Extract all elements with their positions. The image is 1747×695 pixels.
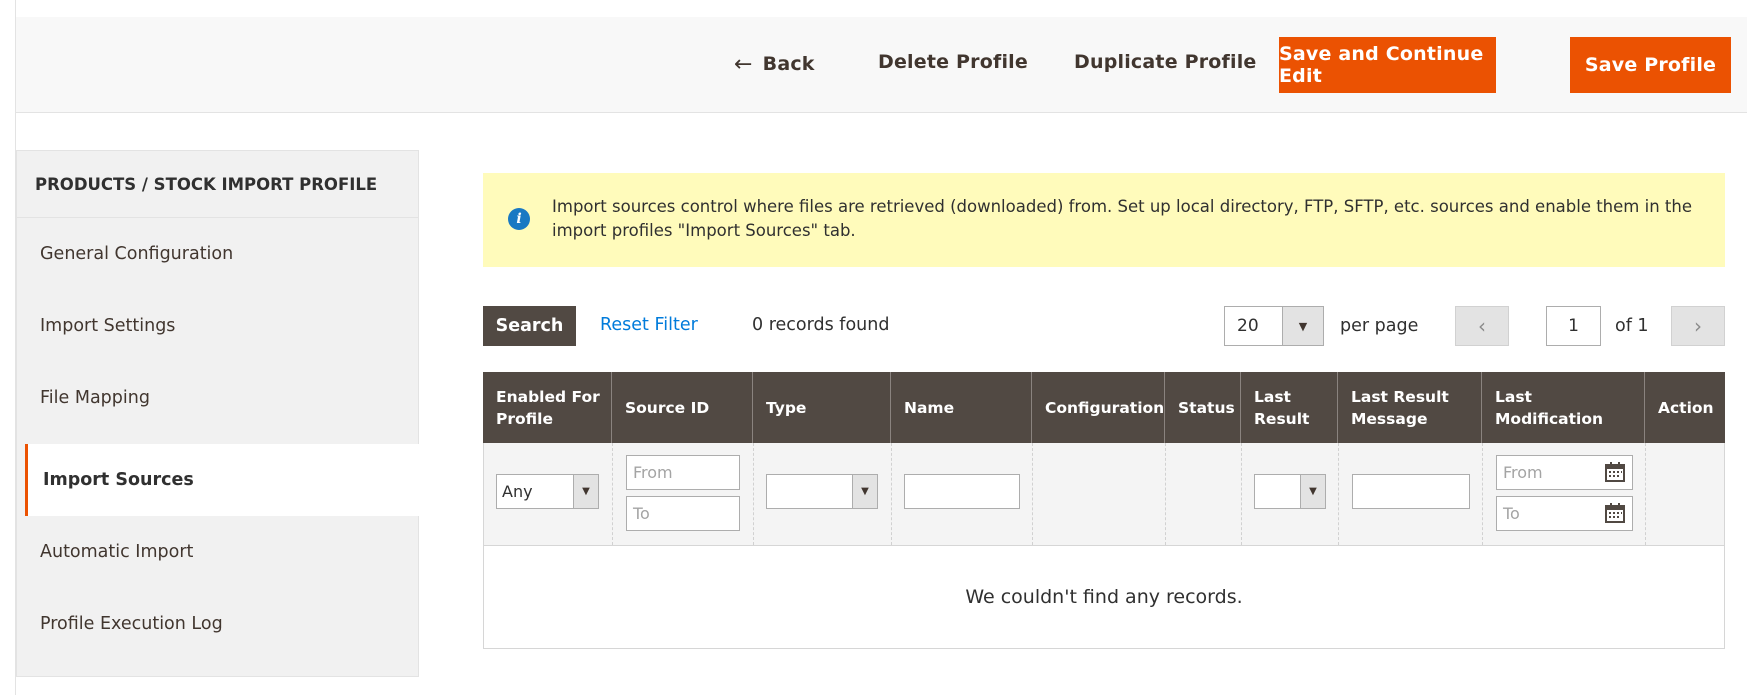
sidebar-item-label: File Mapping <box>40 388 150 408</box>
sidebar-item-import-sources[interactable]: Import Sources <box>25 444 419 516</box>
modification-to-placeholder: To <box>1503 504 1520 523</box>
enabled-filter-select[interactable]: Any ▼ <box>496 474 599 509</box>
save-and-continue-button[interactable]: Save and Continue Edit <box>1279 37 1496 93</box>
per-page-select[interactable]: 20 ▼ <box>1224 306 1324 346</box>
previous-page-button[interactable]: ‹ <box>1455 306 1509 346</box>
filter-cell-last-modification: From To <box>1482 443 1645 545</box>
empty-grid-message: We couldn't find any records. <box>965 586 1243 608</box>
info-notice: i Import sources control where files are… <box>483 173 1725 267</box>
back-label: Back <box>762 53 815 75</box>
column-header-last-result-message[interactable]: Last Result Message <box>1337 372 1481 443</box>
records-count: 0 records found <box>752 315 890 335</box>
reset-filter-link[interactable]: Reset Filter <box>600 315 698 335</box>
last-result-filter-select[interactable]: ▼ <box>1254 474 1326 509</box>
sidebar-item-label: General Configuration <box>40 244 234 264</box>
modification-to-input[interactable]: To <box>1496 496 1633 531</box>
sidebar-item-label: Import Settings <box>40 316 176 336</box>
chevron-left-icon: ‹ <box>1478 314 1486 338</box>
filter-cell-name <box>891 443 1032 545</box>
sidebar-item-import-settings[interactable]: Import Settings <box>17 290 418 362</box>
caret-down-icon: ▼ <box>852 475 877 508</box>
grid-filter-row: Any ▼ From To ▼ ▼ From To <box>484 443 1724 546</box>
sidebar-item-file-mapping[interactable]: File Mapping <box>17 362 418 434</box>
column-header-source-id[interactable]: Source ID <box>611 372 752 443</box>
per-page-value: 20 <box>1237 316 1259 336</box>
duplicate-profile-button[interactable]: Duplicate Profile <box>1074 51 1257 73</box>
page-top-border <box>15 0 1747 18</box>
calendar-icon[interactable] <box>1604 502 1626 524</box>
filter-cell-action <box>1645 443 1724 545</box>
chevron-right-icon: › <box>1694 314 1702 338</box>
delete-profile-button[interactable]: Delete Profile <box>878 51 1028 73</box>
import-sources-grid: Enabled For Profile Source ID Type Name … <box>483 372 1725 649</box>
caret-down-icon: ▼ <box>1300 475 1325 508</box>
page-actions-toolbar: ← Back Delete Profile Duplicate Profile S… <box>16 17 1747 113</box>
calendar-icon[interactable] <box>1604 461 1626 483</box>
column-header-last-result[interactable]: Last Result <box>1240 372 1337 443</box>
sidebar-title: PRODUCTS / STOCK IMPORT PROFILE <box>17 151 418 218</box>
arrow-left-icon: ← <box>734 52 753 77</box>
filter-cell-source-id: From To <box>612 443 753 545</box>
sidebar-item-general-configuration[interactable]: General Configuration <box>17 218 418 290</box>
search-button[interactable]: Search <box>483 306 576 346</box>
enabled-filter-value: Any <box>502 482 533 501</box>
next-page-button[interactable]: › <box>1671 306 1725 346</box>
last-result-message-input[interactable] <box>1352 474 1470 509</box>
modification-from-placeholder: From <box>1503 463 1543 482</box>
filter-cell-last-result: ▼ <box>1241 443 1338 545</box>
sidebar-item-label: Import Sources <box>43 470 194 490</box>
column-header-configuration[interactable]: Configuration <box>1031 372 1164 443</box>
back-button[interactable]: ← Back <box>734 51 815 77</box>
per-page-label: per page <box>1340 316 1419 336</box>
column-header-name[interactable]: Name <box>890 372 1031 443</box>
page-total-label: of 1 <box>1615 316 1649 336</box>
profile-sidebar: PRODUCTS / STOCK IMPORT PROFILE General … <box>16 150 419 677</box>
filter-cell-type: ▼ <box>753 443 891 545</box>
filter-cell-configuration <box>1032 443 1165 545</box>
column-header-status[interactable]: Status <box>1164 372 1240 443</box>
modification-from-input[interactable]: From <box>1496 455 1633 490</box>
sidebar-item-automatic-import[interactable]: Automatic Import <box>17 516 418 588</box>
save-profile-button[interactable]: Save Profile <box>1570 37 1731 93</box>
sidebar-item-label: Automatic Import <box>40 542 194 562</box>
source-id-from-input[interactable]: From <box>626 455 740 490</box>
filter-cell-enabled: Any ▼ <box>484 443 612 545</box>
column-header-enabled[interactable]: Enabled For Profile <box>483 372 611 443</box>
name-filter-input[interactable] <box>904 474 1020 509</box>
sidebar-item-label: Profile Execution Log <box>40 614 223 634</box>
filter-cell-status <box>1165 443 1241 545</box>
info-icon: i <box>508 208 530 230</box>
caret-down-icon: ▼ <box>1282 307 1323 345</box>
page-number-input[interactable]: 1 <box>1546 306 1601 346</box>
caret-down-icon: ▼ <box>573 475 598 508</box>
column-header-last-modification[interactable]: Last Modification <box>1481 372 1644 443</box>
filter-cell-last-result-message <box>1338 443 1482 545</box>
sidebar-item-profile-execution-log[interactable]: Profile Execution Log <box>17 588 418 660</box>
grid-header-row: Enabled For Profile Source ID Type Name … <box>483 372 1725 443</box>
column-header-type[interactable]: Type <box>752 372 890 443</box>
notice-text: Import sources control where files are r… <box>552 197 1692 240</box>
type-filter-select[interactable]: ▼ <box>766 474 878 509</box>
source-id-to-input[interactable]: To <box>626 496 740 531</box>
column-header-action: Action <box>1644 372 1725 443</box>
